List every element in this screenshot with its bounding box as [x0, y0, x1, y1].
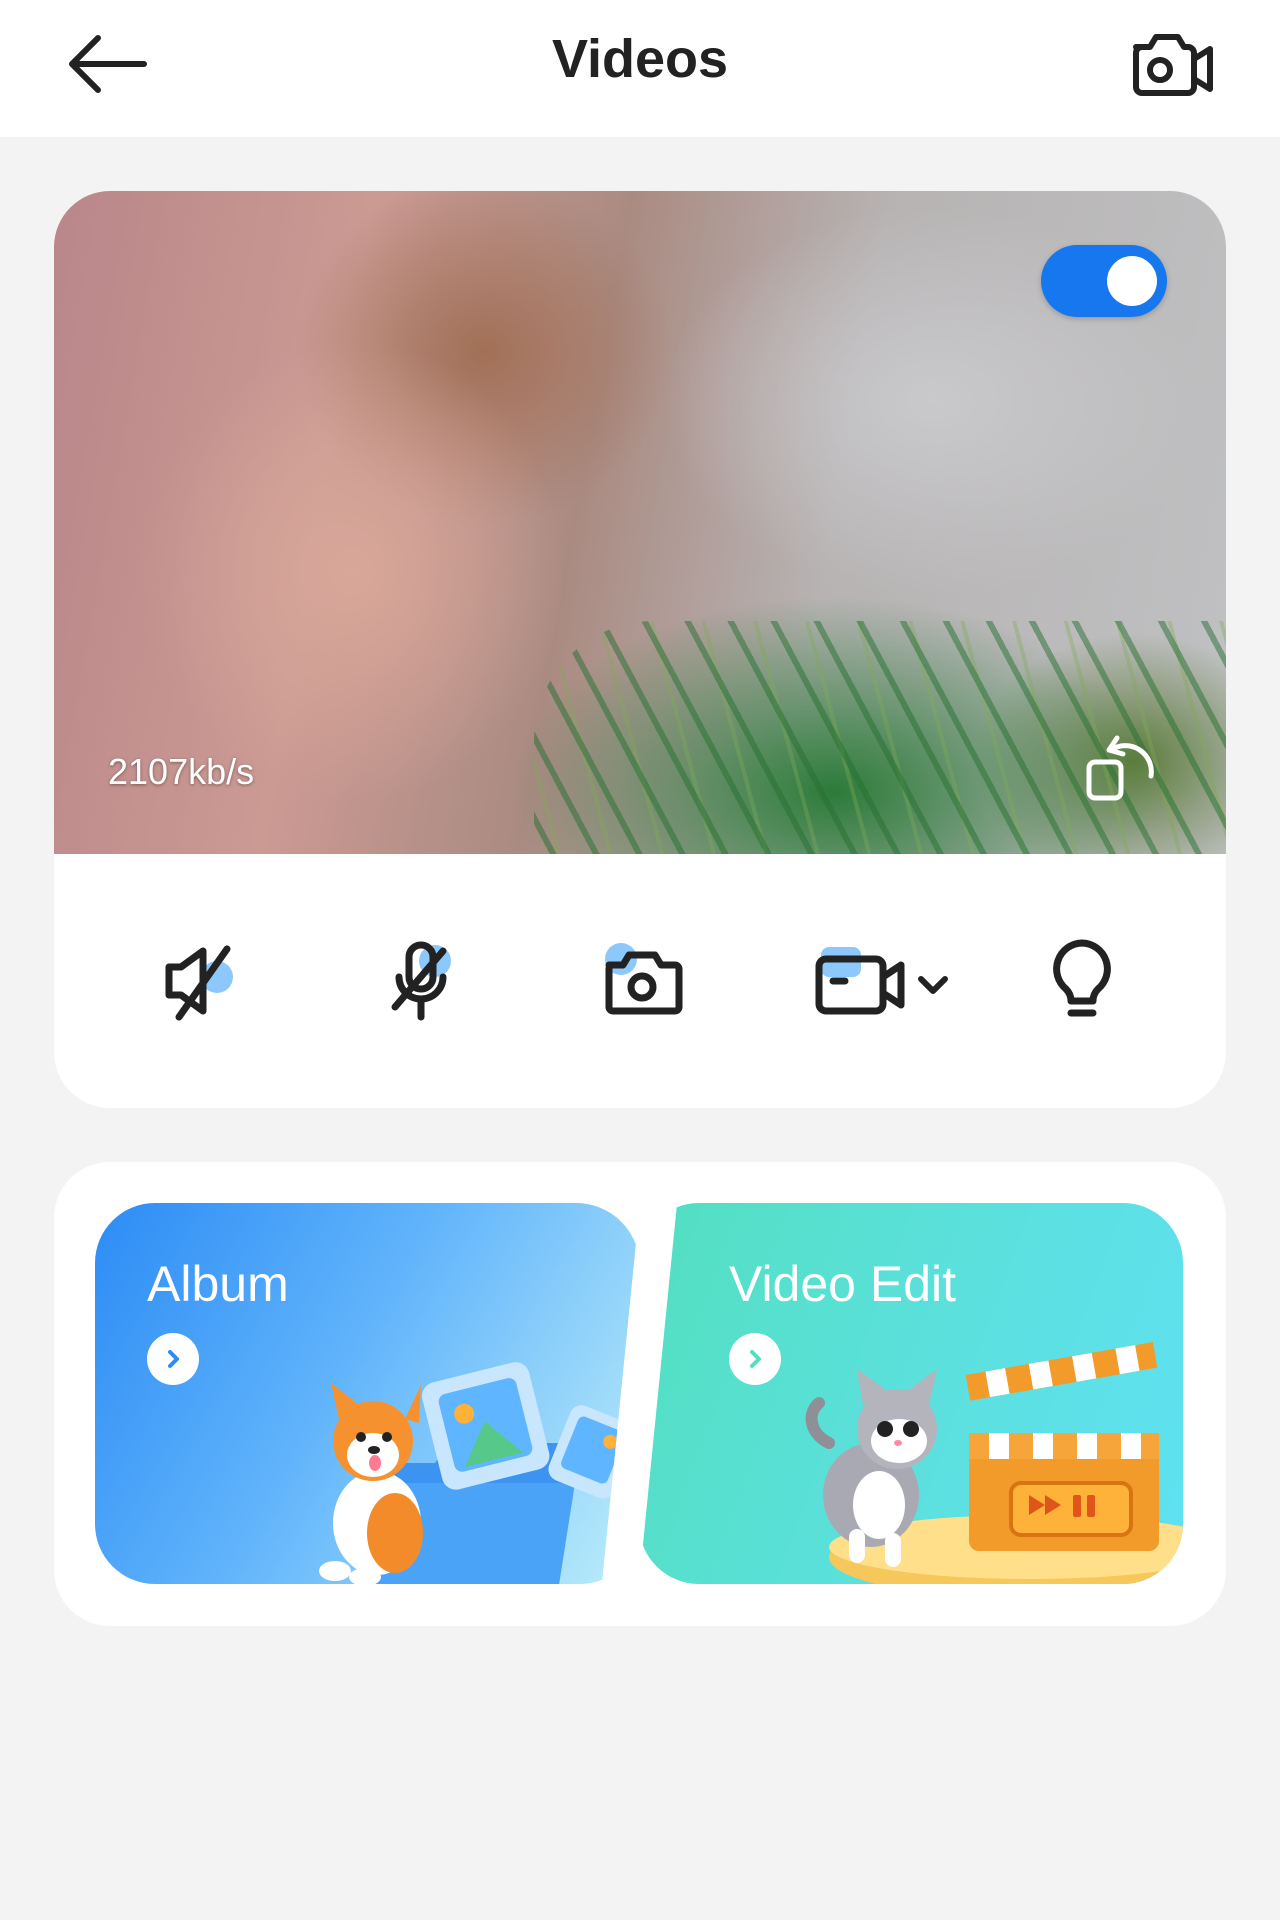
control-bar — [54, 854, 1226, 1108]
live-video-feed[interactable]: 2107kb/s — [54, 191, 1226, 854]
camera-icon — [605, 943, 683, 1015]
top-bar: Videos — [0, 0, 1280, 137]
switch-camera-icon — [1133, 34, 1213, 96]
rotate-icon — [1086, 735, 1154, 801]
chevron-right-icon — [168, 1350, 179, 1368]
mic-toggle-button[interactable] — [374, 937, 470, 1027]
page-title: Videos — [551, 29, 729, 89]
mic-off-icon — [391, 941, 451, 1021]
record-button[interactable] — [809, 937, 959, 1027]
album-label: Album — [147, 1256, 289, 1312]
feature-panel: Album Video Edit — [54, 1162, 1226, 1626]
chevron-right-icon — [750, 1350, 761, 1368]
switch-camera-button[interactable] — [1120, 22, 1224, 106]
live-video-card: 2107kb/s — [54, 191, 1226, 1108]
cat-clapperboard-illustration — [805, 1342, 1183, 1584]
bitrate-readout: 2107kb/s — [108, 751, 255, 792]
live-view-toggle[interactable] — [1041, 245, 1167, 317]
video-edit-arrow-button[interactable] — [729, 1333, 781, 1385]
lightbulb-icon — [1053, 939, 1111, 1017]
toggle-knob — [1107, 256, 1157, 306]
video-record-icon — [815, 947, 948, 1015]
album-arrow-button[interactable] — [147, 1333, 199, 1385]
speaker-off-icon — [165, 945, 233, 1021]
video-edit-card[interactable]: Video Edit — [639, 1203, 1183, 1584]
dog-photo-illustration — [319, 1362, 635, 1584]
rotate-button[interactable] — [1081, 728, 1161, 808]
album-card[interactable]: Album — [95, 1203, 640, 1584]
snapshot-button[interactable] — [594, 937, 690, 1027]
video-edit-label: Video Edit — [729, 1256, 957, 1312]
speaker-toggle-button[interactable] — [154, 937, 250, 1027]
light-toggle-button[interactable] — [1034, 937, 1130, 1027]
